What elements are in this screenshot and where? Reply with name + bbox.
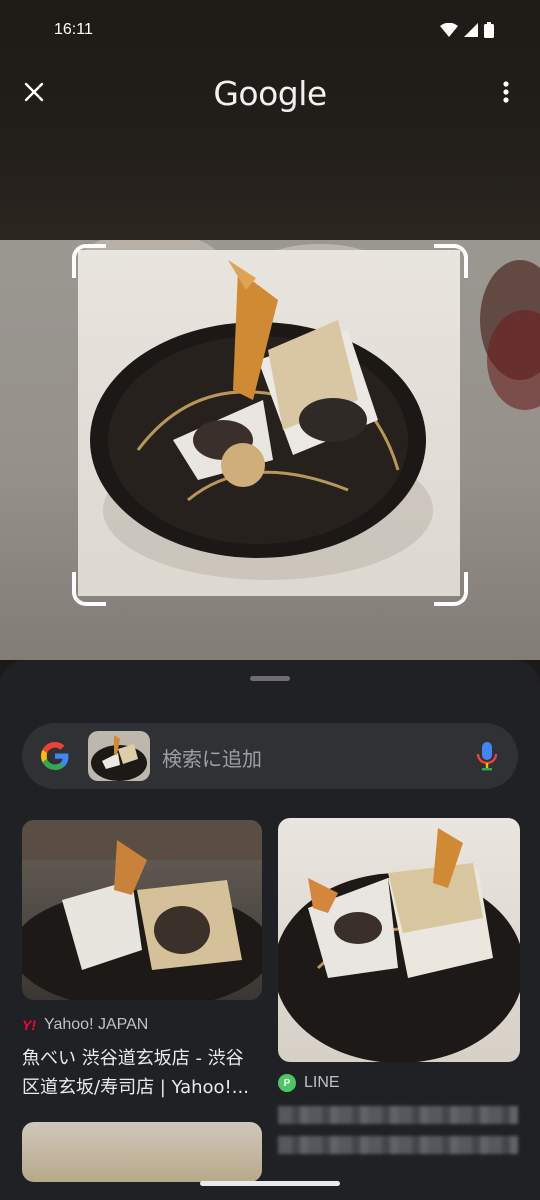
- results-sheet: 検索に追加 Y! Yahoo! JAPAN 魚べい 渋谷道玄坂店 - 渋谷区道玄…: [0, 660, 540, 1200]
- captured-photo: [0, 240, 540, 660]
- result-image-3[interactable]: [22, 1122, 262, 1182]
- result-image-2[interactable]: [278, 818, 520, 1062]
- status-icons: [440, 22, 494, 38]
- more-vert-icon: [503, 81, 509, 103]
- mic-icon[interactable]: [476, 741, 498, 771]
- google-logo-title: Google: [213, 73, 327, 113]
- google-g-icon: [41, 742, 69, 770]
- crop-corner-top-left[interactable]: [72, 244, 106, 278]
- result-source-label: Yahoo! JAPAN: [44, 1016, 149, 1033]
- status-bar: 16:11: [0, 0, 540, 60]
- crop-corner-top-right[interactable]: [434, 244, 468, 278]
- result-source-1: Y! Yahoo! JAPAN: [22, 1016, 148, 1034]
- line-logo-icon: P: [278, 1074, 296, 1092]
- search-placeholder: 検索に追加: [162, 749, 262, 771]
- crop-corner-bottom-right[interactable]: [434, 572, 468, 606]
- gesture-nav-bar[interactable]: [200, 1181, 340, 1186]
- sushi-plate-image: [90, 260, 433, 580]
- result-image-1[interactable]: [22, 820, 262, 1000]
- result-title-2-blurred-line-2: [278, 1136, 518, 1154]
- more-options-button[interactable]: [486, 72, 526, 112]
- result-source-2: P LINE: [278, 1074, 340, 1092]
- cell-signal-icon: [464, 23, 478, 37]
- close-icon: [24, 82, 44, 102]
- app-bar: Google: [0, 60, 540, 126]
- close-button[interactable]: [14, 72, 54, 112]
- yahoo-logo-icon: Y!: [22, 1017, 36, 1033]
- crop-selection[interactable]: [78, 250, 460, 596]
- sheet-drag-handle[interactable]: [250, 676, 290, 681]
- search-bar[interactable]: 検索に追加: [22, 723, 518, 789]
- result-title-2-blurred-line-1: [278, 1106, 518, 1124]
- search-image-thumbnail[interactable]: [88, 731, 150, 781]
- wifi-icon: [440, 23, 458, 37]
- status-time: 16:11: [54, 21, 93, 38]
- result-source-label: LINE: [304, 1074, 340, 1091]
- thumbnail-image: [91, 735, 147, 781]
- crop-corner-bottom-left[interactable]: [72, 572, 106, 606]
- result-title-1[interactable]: 魚べい 渋谷道玄坂店 - 渋谷区道玄坂/寿司店 | Yahoo!...: [22, 1044, 258, 1102]
- battery-icon: [484, 22, 494, 38]
